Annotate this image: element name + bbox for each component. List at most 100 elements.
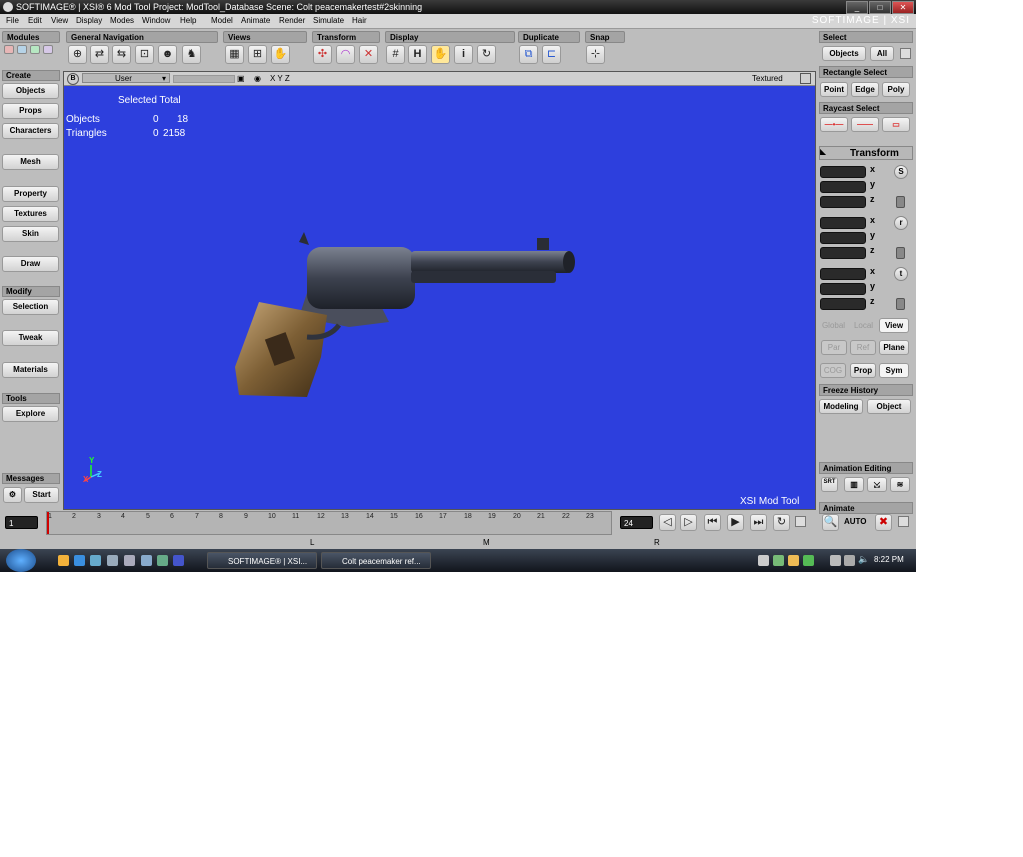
eye-icon[interactable]: ◉ xyxy=(254,72,261,85)
menu-hair[interactable]: Hair xyxy=(352,14,367,28)
select-options-icon[interactable] xyxy=(900,48,911,59)
axes-toggle[interactable]: X Y Z xyxy=(270,72,290,85)
select-objects-button[interactable]: Objects xyxy=(822,46,866,61)
rotate-z-field[interactable] xyxy=(820,247,866,259)
raycast-point-icon[interactable]: —•— xyxy=(820,117,848,132)
playback-options-icon[interactable] xyxy=(795,516,806,527)
hand-icon[interactable]: ✋ xyxy=(271,45,290,64)
select-all-button[interactable]: All xyxy=(870,46,894,61)
par-button[interactable]: Par xyxy=(821,340,847,355)
camera-icon[interactable]: ▣ xyxy=(237,72,245,85)
display-mode-menu[interactable]: Textured xyxy=(752,72,783,85)
light-icon[interactable]: ✋ xyxy=(431,45,450,64)
grid-icon[interactable]: # xyxy=(386,45,405,64)
props-button[interactable]: Props xyxy=(2,103,59,119)
menu-display[interactable]: Display xyxy=(76,14,102,28)
rotate-x-field[interactable] xyxy=(820,217,866,229)
timeline-ruler[interactable]: 1 2 3 4 5 6 7 8 9 10 11 12 13 14 15 16 1… xyxy=(46,511,612,535)
prop-button[interactable]: Prop xyxy=(850,363,876,378)
first-frame-icon[interactable]: ⏮ xyxy=(704,514,721,531)
menu-modes[interactable]: Modes xyxy=(110,14,134,28)
hide-button[interactable]: H xyxy=(408,45,427,64)
prev-key-icon[interactable]: ◁ xyxy=(659,514,676,531)
translate-y-field[interactable] xyxy=(820,283,866,295)
close-button[interactable]: ✕ xyxy=(892,1,914,14)
auto-key-button[interactable]: AUTO xyxy=(844,517,867,526)
loop-icon[interactable]: ↻ xyxy=(773,514,790,531)
minimize-button[interactable]: _ xyxy=(846,1,868,14)
hierarchy-icon[interactable]: ⊞ xyxy=(248,45,267,64)
translate-button[interactable]: t xyxy=(894,267,908,281)
duplicate-icon[interactable]: ⧉ xyxy=(519,45,538,64)
local-button[interactable]: Local xyxy=(850,318,877,333)
collapse-icon[interactable]: ◣ xyxy=(820,147,826,156)
ref-button[interactable]: Ref xyxy=(850,340,876,355)
translate-z-field[interactable] xyxy=(820,298,866,310)
cog-button[interactable]: COG xyxy=(820,363,846,378)
tweak-button[interactable]: Tweak xyxy=(2,330,59,346)
keys-icon[interactable]: ≋ xyxy=(890,477,910,492)
rotate-y-field[interactable] xyxy=(820,232,866,244)
scale-lock-icon[interactable] xyxy=(896,196,905,208)
edge-button[interactable]: Edge xyxy=(851,82,879,97)
camera-menu[interactable]: User xyxy=(82,73,170,83)
instance-icon[interactable]: ⊏ xyxy=(542,45,561,64)
tray-icon[interactable] xyxy=(844,555,855,566)
materials-button[interactable]: Materials xyxy=(2,362,59,378)
quicklaunch-icon[interactable] xyxy=(107,555,118,566)
module-animate-icon[interactable] xyxy=(17,45,27,54)
orbit-icon[interactable]: ⇄ xyxy=(90,45,109,64)
tray-icon[interactable] xyxy=(788,555,799,566)
pan-icon[interactable]: ⇆ xyxy=(112,45,131,64)
quicklaunch-icon[interactable] xyxy=(58,555,69,566)
key-icon[interactable]: 🔍 xyxy=(822,514,839,531)
module-render-icon[interactable] xyxy=(30,45,40,54)
raycast-edge-icon[interactable]: —— xyxy=(851,117,879,132)
tray-icon[interactable] xyxy=(803,555,814,566)
volume-icon[interactable]: 🔈 xyxy=(858,554,869,565)
quicklaunch-icon[interactable] xyxy=(124,555,135,566)
viewport[interactable]: B User ▾ ▣ ◉ X Y Z Textured Selected Tot… xyxy=(63,71,816,510)
sym-button[interactable]: Sym xyxy=(879,363,909,378)
frame-icon[interactable]: ⊡ xyxy=(135,45,154,64)
rotate-icon[interactable]: ◠ xyxy=(336,45,355,64)
taskbar-app-softimage[interactable]: SOFTIMAGE® | XSI... xyxy=(207,552,317,569)
marker-right[interactable]: R xyxy=(654,538,660,547)
menu-help[interactable]: Help xyxy=(180,14,196,28)
marker-left[interactable]: L xyxy=(310,538,314,547)
next-key-icon[interactable]: ▷ xyxy=(680,514,697,531)
quicklaunch-icon[interactable] xyxy=(141,555,152,566)
dopesheet-icon[interactable]: ▥ xyxy=(844,477,864,492)
start-orb-icon[interactable] xyxy=(6,549,36,572)
rotate-button[interactable]: r xyxy=(894,216,908,230)
mesh-button[interactable]: Mesh xyxy=(2,154,59,170)
explore-button[interactable]: Explore xyxy=(2,406,59,422)
refresh-icon[interactable]: ↻ xyxy=(477,45,496,64)
navigation-icon[interactable]: ⊕ xyxy=(68,45,87,64)
menu-edit[interactable]: Edit xyxy=(28,14,42,28)
characters-button[interactable]: Characters xyxy=(2,123,59,139)
module-model-icon[interactable] xyxy=(4,45,14,54)
freeze-object-button[interactable]: Object xyxy=(867,399,911,414)
quicklaunch-icon[interactable] xyxy=(173,555,184,566)
plane-button[interactable]: Plane xyxy=(879,340,909,355)
translate-lock-icon[interactable] xyxy=(896,298,905,310)
menu-simulate[interactable]: Simulate xyxy=(313,14,344,28)
fcurve-icon[interactable]: ⤩ xyxy=(867,477,887,492)
move-icon[interactable]: ✣ xyxy=(313,45,332,64)
snap-icon[interactable]: ⊹ xyxy=(586,45,605,64)
set-key-icon[interactable]: ✖ xyxy=(875,514,892,531)
marker-middle[interactable]: M xyxy=(483,538,490,547)
last-frame-icon[interactable]: ⏭ xyxy=(750,514,767,531)
quicklaunch-icon[interactable] xyxy=(90,555,101,566)
selection-button[interactable]: Selection xyxy=(2,299,59,315)
menu-render[interactable]: Render xyxy=(279,14,305,28)
info-button[interactable]: i xyxy=(454,45,473,64)
animate-options-icon[interactable] xyxy=(898,516,909,527)
scale-button[interactable]: S xyxy=(894,165,908,179)
rotate-lock-icon[interactable] xyxy=(896,247,905,259)
ie-icon[interactable] xyxy=(74,555,85,566)
maximize-button[interactable]: □ xyxy=(869,1,891,14)
network-icon[interactable] xyxy=(830,555,841,566)
tray-icon[interactable] xyxy=(758,555,769,566)
